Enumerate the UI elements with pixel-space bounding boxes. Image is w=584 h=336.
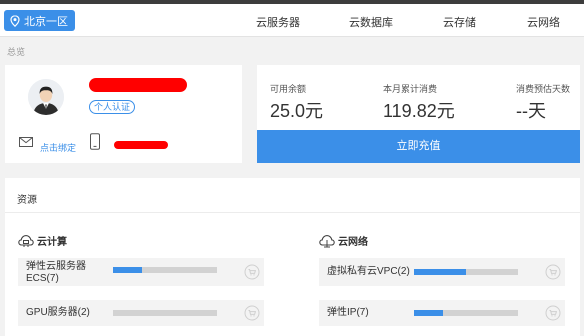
- available-balance-value: 25.0元: [270, 101, 324, 121]
- resource-row-eip[interactable]: 弹性IP(7): [319, 300, 565, 326]
- usage-bar-ecs-fill: [113, 267, 143, 273]
- breadcrumb: 总览: [7, 47, 26, 57]
- compute-heading-text: 云计算: [37, 237, 67, 248]
- resource-label-ecs-line2: ECS(7): [26, 273, 59, 284]
- usage-bar-ecs: [113, 267, 217, 273]
- usage-bar-eip: [414, 310, 518, 316]
- nav-cloud-server[interactable]: 云服务器: [256, 14, 300, 30]
- estimated-days-label: 消费预估天数: [516, 84, 571, 94]
- monthly-spend-label: 本月累计消费: [383, 84, 438, 94]
- email-icon: [19, 137, 33, 147]
- top-nav-bar: 北京一区 云服务器 云数据库 云存储 云网络: [0, 4, 584, 37]
- avatar: [28, 79, 64, 115]
- resources-card: 资源 云计算 云网络 弹性云服务器 ECS(7) GPU服务器(2) 虚拟私有云…: [5, 178, 580, 336]
- resource-label-eip: 弹性IP(7): [327, 307, 369, 318]
- resource-label-ecs-line1: 弹性云服务器: [26, 261, 86, 272]
- resource-row-ecs[interactable]: 弹性云服务器 ECS(7): [18, 258, 264, 286]
- resource-label-ecs: 弹性云服务器 ECS(7): [26, 261, 86, 285]
- compute-section-heading: 云计算: [18, 233, 67, 248]
- resource-label-vpc: 虚拟私有云VPC(2): [327, 266, 410, 277]
- redacted-username: [89, 78, 187, 92]
- usage-bar-eip-fill: [414, 310, 444, 316]
- monthly-spend-value: 119.82元: [383, 101, 455, 121]
- redacted-phone: [114, 141, 168, 149]
- nav-cloud-network[interactable]: 云网络: [527, 14, 560, 30]
- location-pin-icon: [10, 14, 20, 27]
- usage-bar-vpc-fill: [414, 269, 466, 275]
- region-label: 北京一区: [24, 15, 68, 28]
- personal-verification-badge[interactable]: 个人认证: [89, 100, 136, 114]
- resource-label-gpu: GPU服务器(2): [26, 307, 90, 318]
- cloud-network-icon: [319, 234, 335, 247]
- nav-cloud-database[interactable]: 云数据库: [349, 14, 393, 30]
- cart-icon[interactable]: [545, 264, 561, 280]
- network-section-heading: 云网络: [319, 233, 368, 248]
- balance-card: 可用余额 25.0元 本月累计消费 119.82元 消费预估天数 --天 立即充…: [257, 65, 580, 163]
- resource-row-gpu[interactable]: GPU服务器(2): [18, 300, 264, 326]
- cart-icon[interactable]: [244, 264, 260, 280]
- user-avatar-icon: [28, 79, 64, 115]
- divider: [5, 212, 580, 213]
- network-heading-text: 云网络: [338, 237, 368, 248]
- estimated-days-value: --天: [516, 101, 546, 121]
- recharge-button[interactable]: 立即充值: [257, 130, 580, 163]
- cart-icon[interactable]: [244, 305, 260, 321]
- resource-row-vpc[interactable]: 虚拟私有云VPC(2): [319, 258, 565, 286]
- resources-title: 资源: [17, 195, 37, 206]
- cart-icon[interactable]: [545, 305, 561, 321]
- nav-cloud-storage[interactable]: 云存储: [443, 14, 476, 30]
- available-balance-label: 可用余额: [270, 84, 307, 94]
- phone-icon: [90, 133, 100, 150]
- usage-bar-vpc: [414, 269, 518, 275]
- bind-email-link[interactable]: 点击绑定: [40, 141, 76, 154]
- usage-bar-gpu: [113, 310, 217, 316]
- cloud-compute-icon: [18, 234, 34, 247]
- region-selector[interactable]: 北京一区: [4, 10, 75, 31]
- profile-card: 个人认证 点击绑定: [5, 65, 242, 163]
